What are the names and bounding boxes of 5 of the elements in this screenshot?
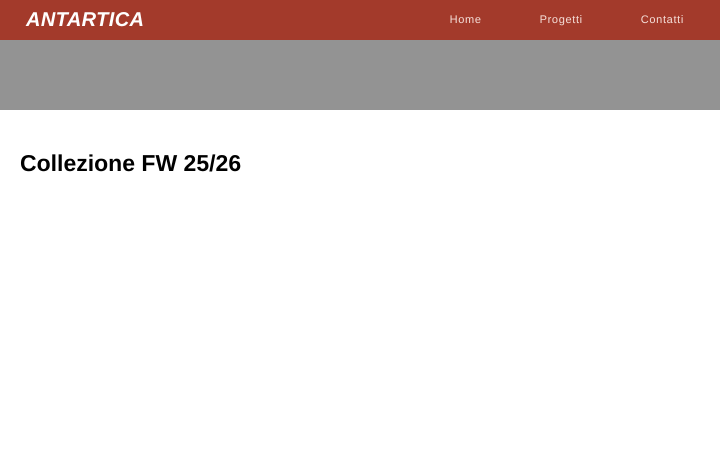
logo[interactable]: ANTARTICA — [26, 5, 144, 35]
page-title: Collezione FW 25/26 — [20, 149, 242, 178]
nav-link[interactable]: Contatti — [640, 12, 684, 28]
nav-link[interactable]: Progetti — [540, 12, 583, 28]
nav-link[interactable]: Home — [450, 12, 482, 28]
